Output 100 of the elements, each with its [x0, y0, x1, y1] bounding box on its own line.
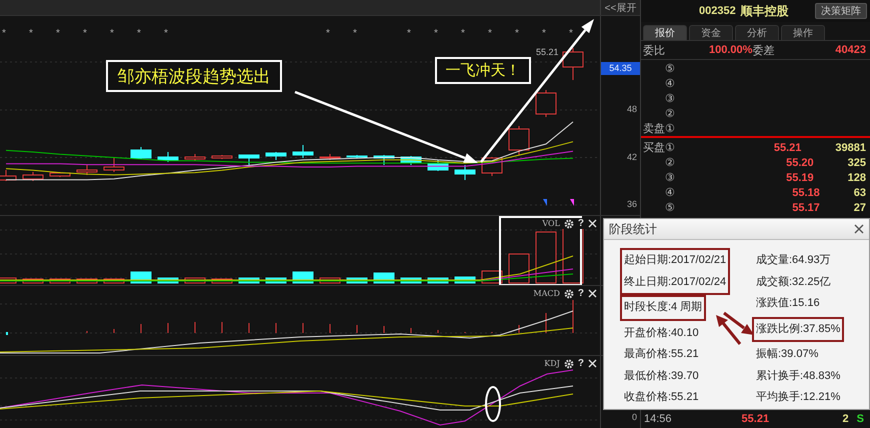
stat-item: 涨跌值:15.16	[756, 296, 821, 311]
high-price-label: 55.21	[536, 47, 559, 57]
quote-tab[interactable]: 报价	[643, 25, 687, 40]
volume-bar	[22, 278, 44, 284]
settings-icon[interactable]	[564, 288, 574, 298]
volume-bar	[104, 278, 124, 284]
bid-price: 55.20	[785, 156, 814, 168]
stat-item: 最低价格:39.70	[624, 368, 699, 384]
axis-label: 48	[626, 104, 637, 115]
stat-item: 振幅:39.07%	[756, 347, 820, 362]
candlestick	[266, 152, 286, 160]
highlight-ellipse	[485, 386, 501, 422]
stock-name: 顺丰控股	[740, 2, 789, 20]
chart-marker: *	[488, 28, 492, 39]
bid-label: 买盘	[643, 142, 665, 154]
candlestick	[562, 48, 584, 80]
tick-volume: 2	[842, 413, 849, 425]
close-icon[interactable]	[854, 224, 864, 234]
candlestick	[130, 146, 152, 160]
bid-volume: 39881	[835, 142, 866, 154]
candlestick	[346, 154, 368, 158]
chart-marker: *	[461, 28, 465, 39]
bid-price: 55.21	[772, 142, 802, 154]
volume-bar	[508, 254, 530, 284]
volume-bar	[238, 278, 260, 284]
candlestick	[158, 152, 178, 162]
stat-item: 终止日期:2017/02/24	[624, 274, 726, 290]
candlestick	[428, 160, 448, 172]
stat-item: 开盘价格:40.10	[624, 326, 699, 340]
tick-time: 14:56	[644, 413, 672, 425]
candlestick	[104, 158, 124, 172]
settings-icon[interactable]	[564, 218, 574, 228]
annotation-box: 邹亦梧波段趋势选出	[106, 60, 282, 92]
bid-volume: 325	[848, 156, 866, 168]
bid-price: 55.18	[791, 186, 820, 198]
candlestick	[184, 154, 206, 162]
quote-tab[interactable]: 分析	[735, 25, 779, 40]
volume-bar	[320, 278, 340, 284]
help-button[interactable]: ?	[578, 218, 584, 229]
chart-marker: *	[110, 28, 114, 39]
bid-level: ⑤	[665, 201, 675, 214]
chart-marker: *	[137, 28, 141, 39]
chart-marker: *	[56, 28, 60, 39]
help-button[interactable]: ?	[578, 288, 584, 299]
stat-item: 最高价格:55.21	[624, 346, 699, 362]
bid-price: 55.19	[785, 172, 814, 184]
expand-button[interactable]: <<展开	[600, 0, 640, 15]
candlestick	[508, 126, 530, 156]
quote-tab[interactable]: 资金	[689, 25, 733, 40]
chart-marker: *	[434, 28, 438, 39]
stat-item: 累计换手:48.83%	[756, 368, 840, 384]
chart-marker: *	[326, 28, 330, 39]
volume-bar	[428, 278, 448, 284]
ask-level: ④	[665, 77, 675, 90]
volume-bar	[266, 278, 286, 284]
chart-marker: *	[164, 28, 168, 39]
indicator-name: VOL	[542, 219, 560, 228]
ask-level: ①	[665, 122, 675, 135]
candlestick	[454, 164, 476, 180]
bid-level: ③	[665, 171, 675, 184]
volume-bar	[158, 278, 178, 284]
quote-tab[interactable]: 操作	[781, 25, 825, 40]
bid-volume: 63	[854, 186, 866, 198]
help-button[interactable]: ?	[578, 358, 584, 369]
volume-bar	[212, 278, 232, 284]
volume-bar	[76, 278, 98, 284]
chart-marker: *	[515, 28, 519, 39]
bid-price: 55.17	[791, 202, 820, 214]
stock-code: 002352	[699, 5, 736, 17]
decision-matrix-button[interactable]: 决策矩阵	[815, 3, 867, 19]
stat-item: 平均换手:12.21%	[756, 390, 840, 405]
stat-item: 时段长度:4 周期	[624, 300, 702, 315]
stat-item: 收盘价格:55.21	[624, 390, 699, 405]
order-ratio-value: 100.00%	[709, 44, 752, 56]
candlestick	[76, 164, 98, 176]
dialog-title: 阶段统计	[609, 220, 657, 238]
volume-bar	[346, 278, 368, 284]
current-price-label: 54.35	[601, 62, 640, 75]
bid-volume: 128	[848, 172, 866, 184]
settings-icon[interactable]	[564, 358, 574, 368]
stat-item: 成交额:32.25亿	[756, 274, 831, 290]
flag-icon	[543, 199, 547, 206]
candlestick	[238, 154, 260, 166]
axis-label: 42	[626, 152, 637, 162]
chart-marker: *	[2, 28, 6, 39]
axis-label: 36	[626, 199, 637, 210]
pointer-arrow	[716, 315, 742, 345]
tick-side: S	[856, 413, 864, 425]
stat-item: 涨跌比例:37.85%	[756, 322, 840, 336]
stat-item: 成交量:64.93万	[756, 252, 831, 268]
axis-label: 0	[632, 412, 637, 423]
bid-level: ①	[665, 141, 675, 154]
tick-price: 55.21	[742, 413, 770, 425]
chart-marker: *	[29, 28, 33, 39]
order-ratio-label: 委比	[643, 44, 665, 58]
candlestick	[22, 172, 44, 182]
volume-bar	[184, 278, 206, 284]
bid-level: ②	[665, 156, 675, 169]
order-diff-value: 40423	[835, 44, 866, 56]
bid-level: ④	[665, 186, 675, 199]
